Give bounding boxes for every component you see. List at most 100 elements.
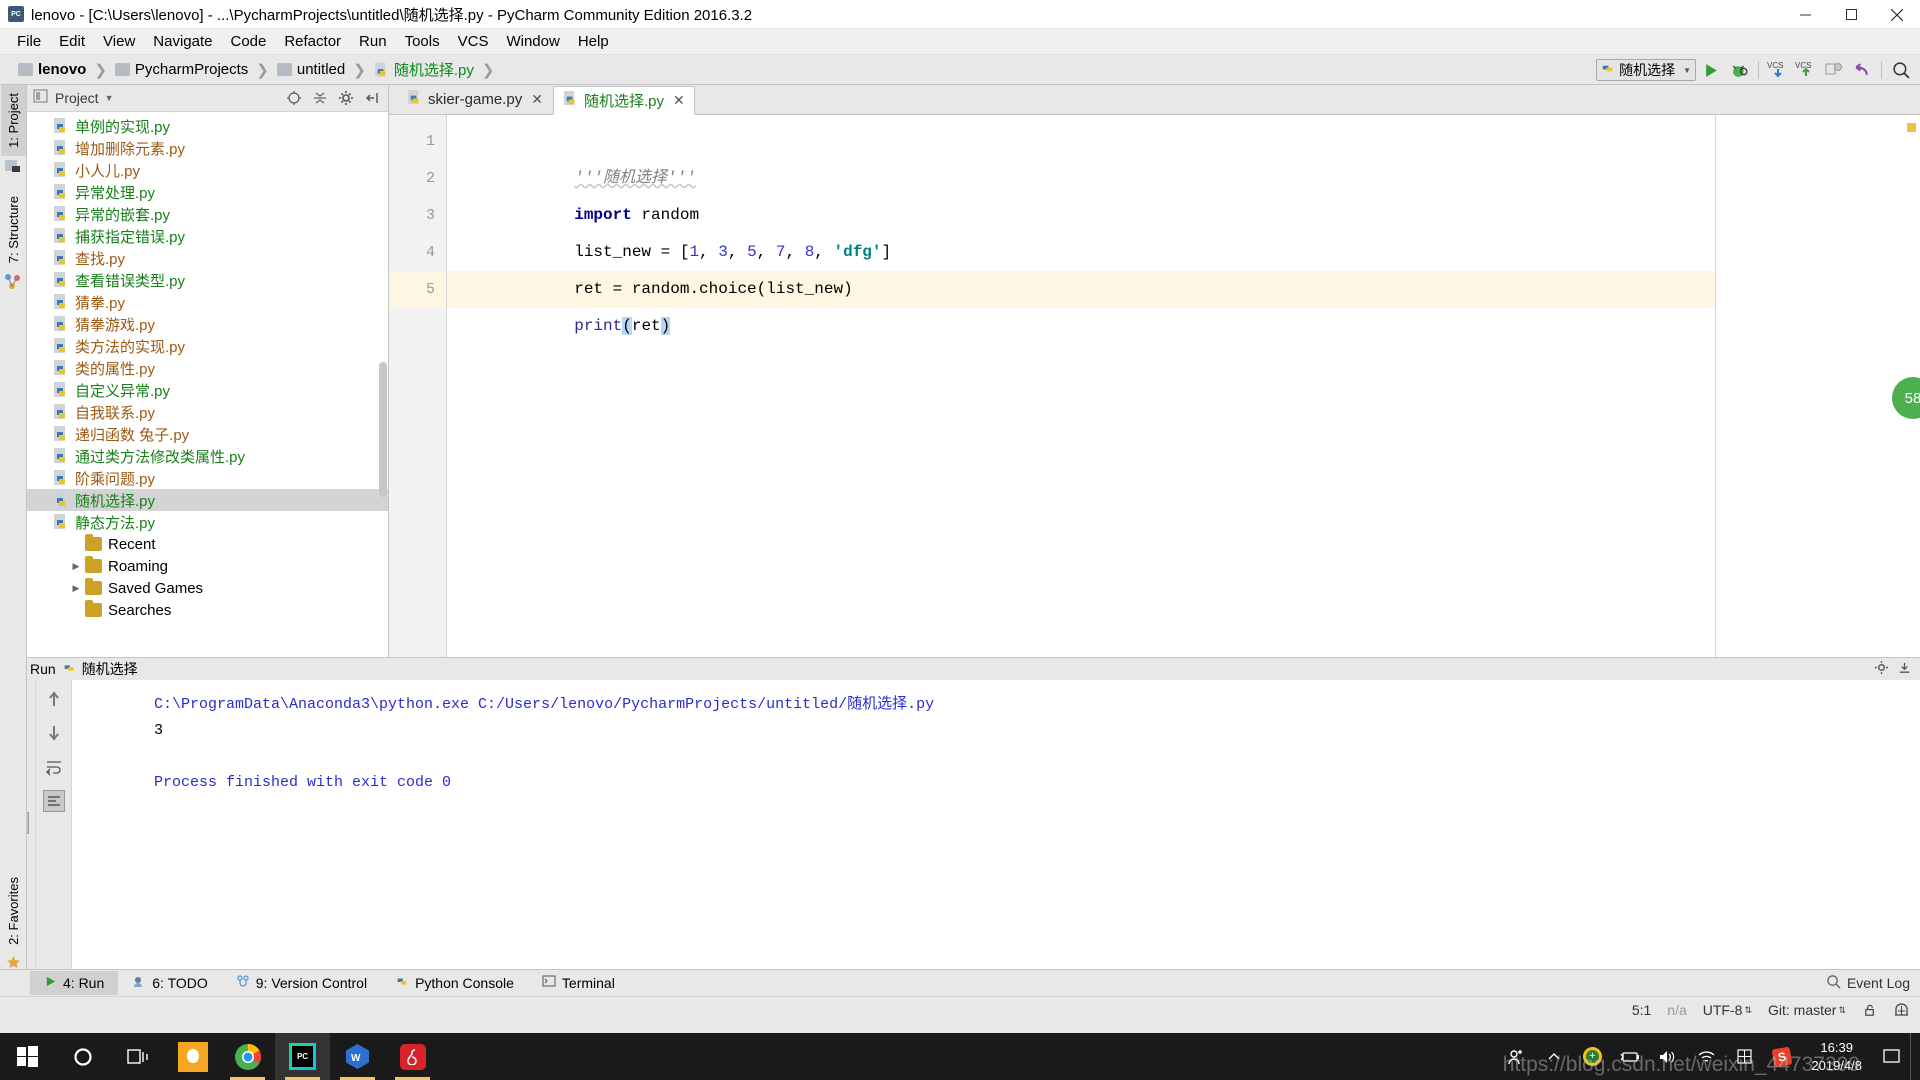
- netease-music-app-button[interactable]: [385, 1033, 440, 1080]
- encoding-selector[interactable]: UTF-8 ⇅: [1703, 1002, 1752, 1018]
- antivirus-icon[interactable]: +: [1573, 1033, 1611, 1080]
- pycharm-app-button[interactable]: PC: [275, 1033, 330, 1080]
- tree-item-file[interactable]: 递归函数 兔子.py: [27, 423, 388, 445]
- debug-button[interactable]: [1726, 58, 1752, 82]
- sidebar-item-favorites[interactable]: 2: Favorites: [6, 877, 21, 945]
- menu-run[interactable]: Run: [350, 30, 396, 53]
- tree-item-file[interactable]: 猜拳.py: [27, 291, 388, 313]
- tree-item-file[interactable]: 小人儿.py: [27, 159, 388, 181]
- code-line-1[interactable]: '''随机选择''': [447, 123, 1920, 187]
- hide-icon[interactable]: [1897, 660, 1912, 678]
- tree-item-file[interactable]: 单例的实现.py: [27, 115, 388, 137]
- menu-refactor[interactable]: Refactor: [275, 30, 350, 53]
- menu-vcs[interactable]: VCS: [449, 30, 498, 53]
- chrome-app-button[interactable]: [220, 1033, 275, 1080]
- tree-item-file[interactable]: 静态方法.py: [27, 511, 388, 533]
- tree-item-file[interactable]: 增加删除元素.py: [27, 137, 388, 159]
- battery-icon[interactable]: [1611, 1033, 1649, 1080]
- qq-app-button[interactable]: [165, 1033, 220, 1080]
- tab-todo[interactable]: 6: TODO: [118, 971, 222, 996]
- breadcrumb-untitled[interactable]: untitled: [276, 61, 345, 78]
- menu-edit[interactable]: Edit: [50, 30, 94, 53]
- menu-window[interactable]: Window: [497, 30, 568, 53]
- tree-item-file[interactable]: 阶乘问题.py: [27, 467, 388, 489]
- tree-item-folder[interactable]: Searches: [27, 599, 388, 621]
- soft-wrap-icon[interactable]: [43, 756, 65, 778]
- menu-navigate[interactable]: Navigate: [144, 30, 221, 53]
- tree-item-file-selected[interactable]: 随机选择.py: [27, 489, 388, 511]
- volume-icon[interactable]: [1649, 1033, 1687, 1080]
- code-editor[interactable]: 1 2 3 4 5 '''随机选择''' import random list_…: [389, 115, 1920, 657]
- chevron-down-icon[interactable]: ▼: [105, 93, 114, 103]
- scroll-up-icon[interactable]: [43, 688, 65, 710]
- breadcrumb-current-file[interactable]: 随机选择.py: [374, 59, 474, 80]
- search-everywhere-icon[interactable]: [1888, 58, 1914, 82]
- sidebar-item-structure[interactable]: 7: Structure: [1, 188, 26, 271]
- action-center-icon[interactable]: [1872, 1033, 1910, 1080]
- maximize-button[interactable]: [1828, 0, 1874, 29]
- run-configuration-selector[interactable]: 随机选择 ▼: [1596, 59, 1696, 81]
- gear-icon[interactable]: [1874, 660, 1889, 678]
- hide-panel-icon[interactable]: [362, 88, 382, 108]
- tab-python-console[interactable]: Python Console: [381, 971, 528, 996]
- close-icon[interactable]: ✕: [673, 92, 685, 109]
- menu-file[interactable]: File: [8, 30, 50, 53]
- tree-item-file[interactable]: 类方法的实现.py: [27, 335, 388, 357]
- tree-item-folder[interactable]: Recent: [27, 533, 388, 555]
- tree-item-folder[interactable]: ▶ Saved Games: [27, 577, 388, 599]
- taskbar-clock[interactable]: 16:39 2019/4/8: [1801, 1039, 1872, 1074]
- tab-skier-game[interactable]: skier-game.py ✕: [397, 85, 553, 114]
- breadcrumb-pycharmprojects[interactable]: PycharmProjects: [114, 61, 248, 78]
- menu-help[interactable]: Help: [569, 30, 618, 53]
- line-number-gutter[interactable]: 1 2 3 4 5: [389, 115, 447, 657]
- vcs-compare-button[interactable]: [1821, 58, 1847, 82]
- git-branch-widget[interactable]: Git: master ⇅: [1768, 1002, 1846, 1018]
- settings-gear-icon[interactable]: [336, 88, 356, 108]
- vcs-update-button[interactable]: VCS: [1765, 58, 1791, 82]
- tree-item-file[interactable]: 查找.py: [27, 247, 388, 269]
- tree-item-file[interactable]: 捕获指定错误.py: [27, 225, 388, 247]
- close-icon[interactable]: ✕: [531, 91, 543, 108]
- undo-button[interactable]: [1849, 58, 1875, 82]
- breadcrumb-lenovo[interactable]: lenovo: [18, 61, 86, 78]
- task-view-button[interactable]: [110, 1033, 165, 1080]
- tab-random-choice[interactable]: 随机选择.py ✕: [552, 86, 695, 115]
- target-icon[interactable]: [284, 88, 304, 108]
- menu-code[interactable]: Code: [221, 30, 275, 53]
- tree-item-file[interactable]: 自定义异常.py: [27, 379, 388, 401]
- tree-item-file[interactable]: 自我联系.py: [27, 401, 388, 423]
- wifi-icon[interactable]: [1687, 1033, 1725, 1080]
- wps-app-button[interactable]: W: [330, 1033, 385, 1080]
- scroll-end-icon[interactable]: [42, 790, 65, 812]
- project-tree-scrollbar[interactable]: [379, 362, 387, 497]
- tree-item-file[interactable]: 异常的嵌套.py: [27, 203, 388, 225]
- tree-item-file[interactable]: 猜拳游戏.py: [27, 313, 388, 335]
- show-desktop-button[interactable]: [1910, 1033, 1920, 1080]
- menu-tools[interactable]: Tools: [396, 30, 449, 53]
- start-button[interactable]: [0, 1033, 55, 1080]
- cortana-search-button[interactable]: [55, 1033, 110, 1080]
- project-file-tree[interactable]: 单例的实现.py 增加删除元素.py 小人儿.py 异常处理.py 异常的嵌套.…: [27, 112, 388, 657]
- line-separator[interactable]: n/a: [1667, 1002, 1686, 1018]
- ime-icon[interactable]: [1725, 1033, 1763, 1080]
- scroll-down-icon[interactable]: [43, 722, 65, 744]
- caret-position[interactable]: 5:1: [1632, 1002, 1651, 1018]
- close-button[interactable]: [1874, 0, 1920, 29]
- expand-arrow-icon[interactable]: ▶: [67, 561, 85, 572]
- collapse-all-icon[interactable]: [310, 88, 330, 108]
- menu-view[interactable]: View: [94, 30, 144, 53]
- tab-run[interactable]: 4: Run: [30, 971, 119, 995]
- run-button[interactable]: [1698, 58, 1724, 82]
- hector-icon[interactable]: [1893, 1002, 1910, 1018]
- tab-version-control[interactable]: 9: Version Control: [222, 971, 381, 996]
- tree-item-file[interactable]: 类的属性.py: [27, 357, 388, 379]
- tree-item-file[interactable]: 通过类方法修改类属性.py: [27, 445, 388, 467]
- tab-terminal[interactable]: Terminal: [528, 971, 629, 995]
- code-text-area[interactable]: '''随机选择''' import random list_new = [1, …: [447, 115, 1920, 657]
- console-output[interactable]: C:\ProgramData\Anaconda3\python.exe C:/U…: [72, 680, 1920, 969]
- sogou-icon[interactable]: S: [1763, 1033, 1801, 1080]
- tree-item-file[interactable]: 异常处理.py: [27, 181, 388, 203]
- vcs-commit-button[interactable]: VCS: [1793, 58, 1819, 82]
- people-icon[interactable]: [1497, 1033, 1535, 1080]
- event-log-button[interactable]: Event Log: [1826, 974, 1910, 992]
